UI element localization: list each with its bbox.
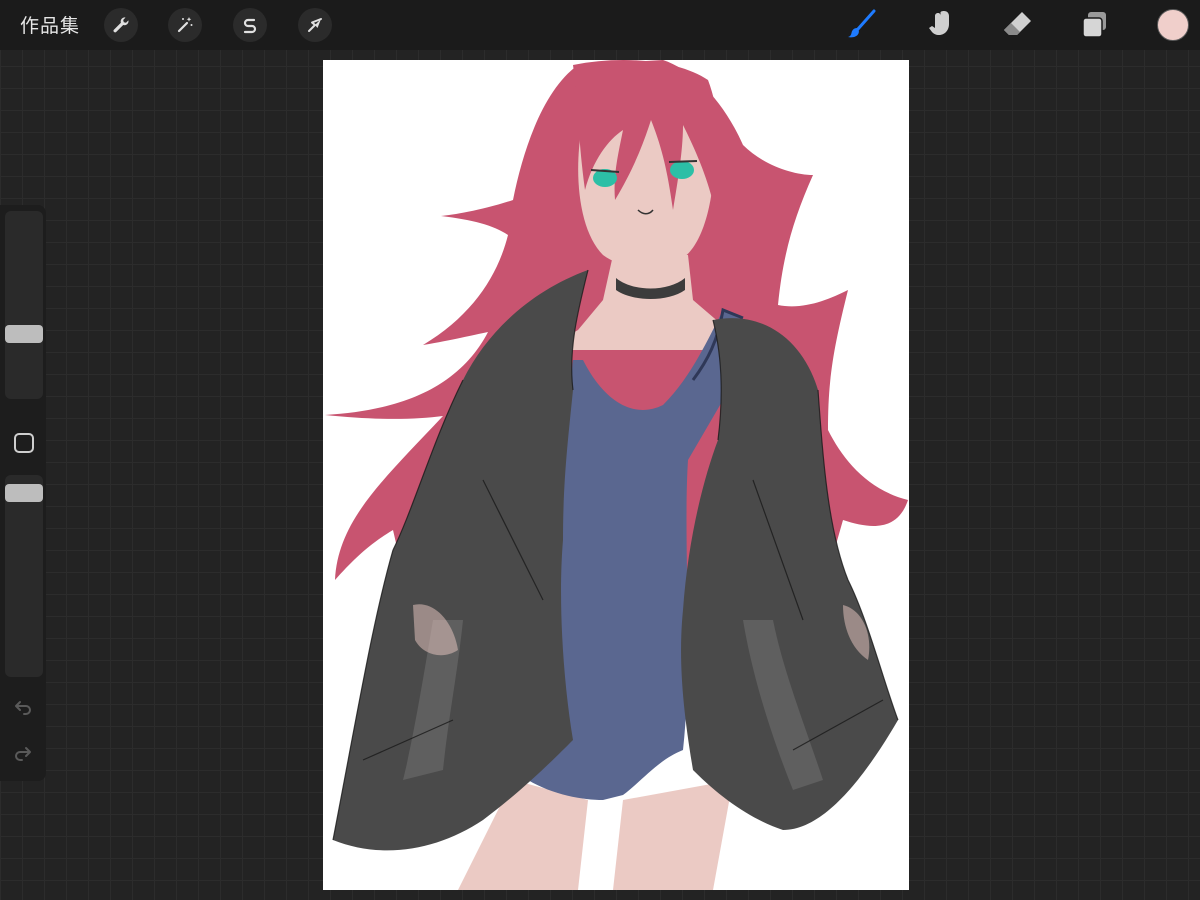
color-swatch-button[interactable] — [1157, 9, 1189, 41]
undo-button[interactable] — [11, 695, 35, 719]
layers-button[interactable] — [1077, 7, 1113, 43]
layers-icon — [1082, 12, 1106, 38]
left-sidebar — [0, 205, 46, 781]
selection-s-icon — [243, 18, 257, 34]
brush-size-slider[interactable] — [5, 211, 43, 399]
adjustments-button[interactable] — [168, 8, 202, 42]
eraser-button[interactable] — [1000, 7, 1036, 43]
brush-size-handle[interactable] — [5, 324, 43, 343]
selection-button[interactable] — [233, 8, 267, 42]
magic-wand-icon — [177, 17, 193, 33]
gallery-button[interactable]: 作品集 — [20, 11, 80, 38]
arrow-cursor-icon — [308, 18, 322, 32]
transform-button[interactable] — [298, 8, 332, 42]
top-toolbar: 作品集 — [0, 0, 1200, 50]
brush-button[interactable] — [844, 7, 880, 43]
smudge-finger-icon — [929, 11, 949, 35]
redo-button[interactable] — [11, 741, 35, 765]
drawing-canvas[interactable] — [323, 60, 909, 890]
artwork-illustration — [325, 60, 908, 890]
actions-button[interactable] — [104, 8, 138, 42]
brush-icon — [848, 9, 876, 38]
opacity-slider[interactable] — [5, 475, 43, 677]
eraser-icon — [1004, 12, 1031, 35]
modify-button[interactable] — [14, 433, 34, 453]
wrench-icon — [113, 17, 129, 33]
opacity-handle[interactable] — [5, 484, 43, 503]
smudge-button[interactable] — [922, 7, 958, 43]
undo-icon — [15, 701, 31, 715]
redo-icon — [15, 747, 31, 761]
